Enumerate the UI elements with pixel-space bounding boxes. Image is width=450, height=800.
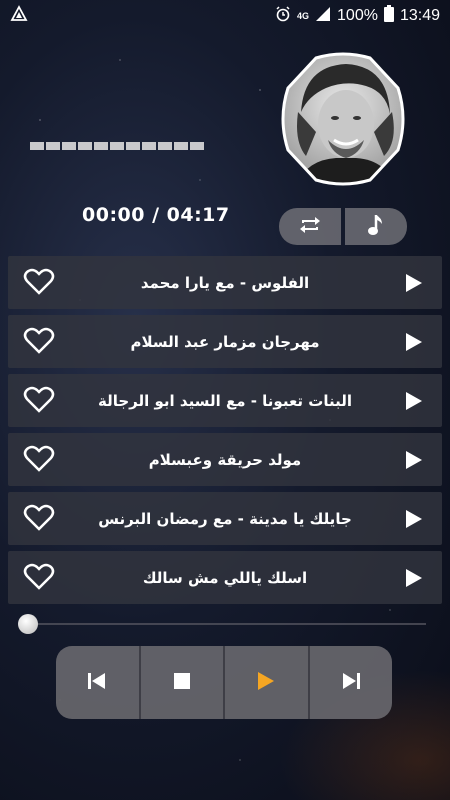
skip-next-icon [342, 672, 360, 693]
app-notification-icon [10, 4, 28, 28]
track-title: الفلوس - مع يارا محمد [140, 273, 310, 292]
visualizer-bar [190, 142, 204, 150]
play-icon[interactable] [406, 569, 422, 591]
battery-icon [383, 5, 394, 27]
battery-percent: 100% [337, 7, 378, 24]
skip-previous-icon [88, 672, 106, 693]
heart-icon[interactable] [23, 327, 55, 359]
next-button[interactable] [309, 646, 392, 719]
seek-thumb[interactable] [18, 614, 38, 634]
visualizer-bar [126, 142, 140, 150]
alarm-icon [275, 5, 291, 27]
network-type: 4G [297, 10, 310, 21]
track-title: مهرجان مزمار عبد السلام [130, 332, 320, 351]
seek-track[interactable] [26, 623, 426, 625]
mode-buttons [279, 208, 407, 245]
repeat-button[interactable] [279, 208, 341, 245]
heart-icon[interactable] [23, 386, 55, 418]
repeat-icon [298, 214, 322, 240]
heart-icon[interactable] [23, 504, 55, 536]
track-item[interactable]: مولد حريقة وعبسلام [8, 433, 442, 486]
track-item[interactable]: جايلك يا مدينة - مع رمضان البرنس [8, 492, 442, 545]
track-item[interactable]: مهرجان مزمار عبد السلام [8, 315, 442, 368]
visualizer-bar [158, 142, 172, 150]
previous-button[interactable] [56, 646, 141, 719]
visualizer-bar [62, 142, 76, 150]
play-button[interactable] [225, 646, 310, 719]
track-item[interactable]: الفلوس - مع يارا محمد [8, 256, 442, 309]
stop-button[interactable] [140, 646, 225, 719]
play-icon[interactable] [406, 392, 422, 414]
play-icon [258, 671, 275, 694]
music-note-icon [368, 213, 384, 241]
status-bar: 4G 100% 13:49 [0, 0, 450, 32]
heart-icon[interactable] [23, 445, 55, 477]
track-title: جايلك يا مدينة - مع رمضان البرنس [98, 509, 352, 528]
track-item[interactable]: اسلك ياللي مش سالك [8, 551, 442, 604]
playback-controls [56, 646, 392, 719]
track-title: اسلك ياللي مش سالك [142, 568, 308, 587]
visualizer-bar [46, 142, 60, 150]
visualizer-bar [174, 142, 188, 150]
visualizer-bar [110, 142, 124, 150]
heart-icon[interactable] [23, 268, 55, 300]
time-display: 00:00 / 04:17 [82, 204, 230, 226]
artist-avatar [276, 52, 410, 186]
audio-visualizer [30, 142, 204, 150]
visualizer-bar [78, 142, 92, 150]
heart-icon[interactable] [23, 563, 55, 595]
music-button[interactable] [345, 208, 407, 245]
play-icon[interactable] [406, 274, 422, 296]
track-list: الفلوس - مع يارا محمد مهرجان مزمار عبد ا… [8, 256, 442, 610]
track-item[interactable]: البنات تعبونا - مع السيد ابو الرجالة [8, 374, 442, 427]
clock: 13:49 [399, 7, 440, 24]
play-icon[interactable] [406, 451, 422, 473]
visualizer-bar [94, 142, 108, 150]
visualizer-bar [30, 142, 44, 150]
track-title: مولد حريقة وعبسلام [148, 450, 302, 469]
track-title: البنات تعبونا - مع السيد ابو الرجالة [98, 391, 352, 410]
stop-icon [173, 672, 190, 693]
visualizer-bar [142, 142, 156, 150]
signal-icon [315, 6, 331, 27]
seek-bar[interactable] [18, 614, 426, 634]
play-icon[interactable] [406, 333, 422, 355]
play-icon[interactable] [406, 510, 422, 532]
